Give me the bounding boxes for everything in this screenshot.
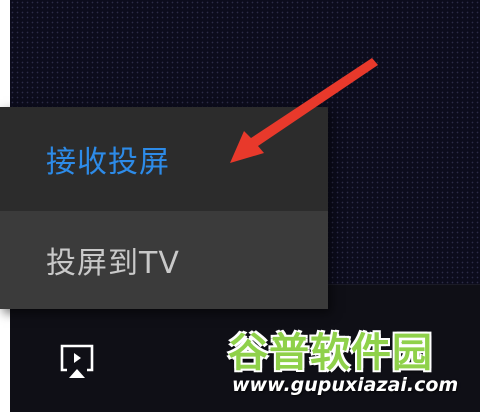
menu-item-receive-cast[interactable]: 接收投屏 [0,107,328,211]
watermark-url: www.gupuxiazai.com [232,374,459,396]
screen-cast-icon[interactable] [58,342,96,380]
watermark: 谷普软件园 www.gupuxiazai.com [224,312,474,408]
menu-item-cast-to-tv[interactable]: 投屏到TV [0,211,328,309]
watermark-title: 谷普软件园 [228,330,433,376]
menu-item-label: 接收投屏 [46,145,170,180]
menu-item-label: 投屏到TV [46,246,180,281]
cast-menu: 接收投屏 投屏到TV [0,107,328,309]
